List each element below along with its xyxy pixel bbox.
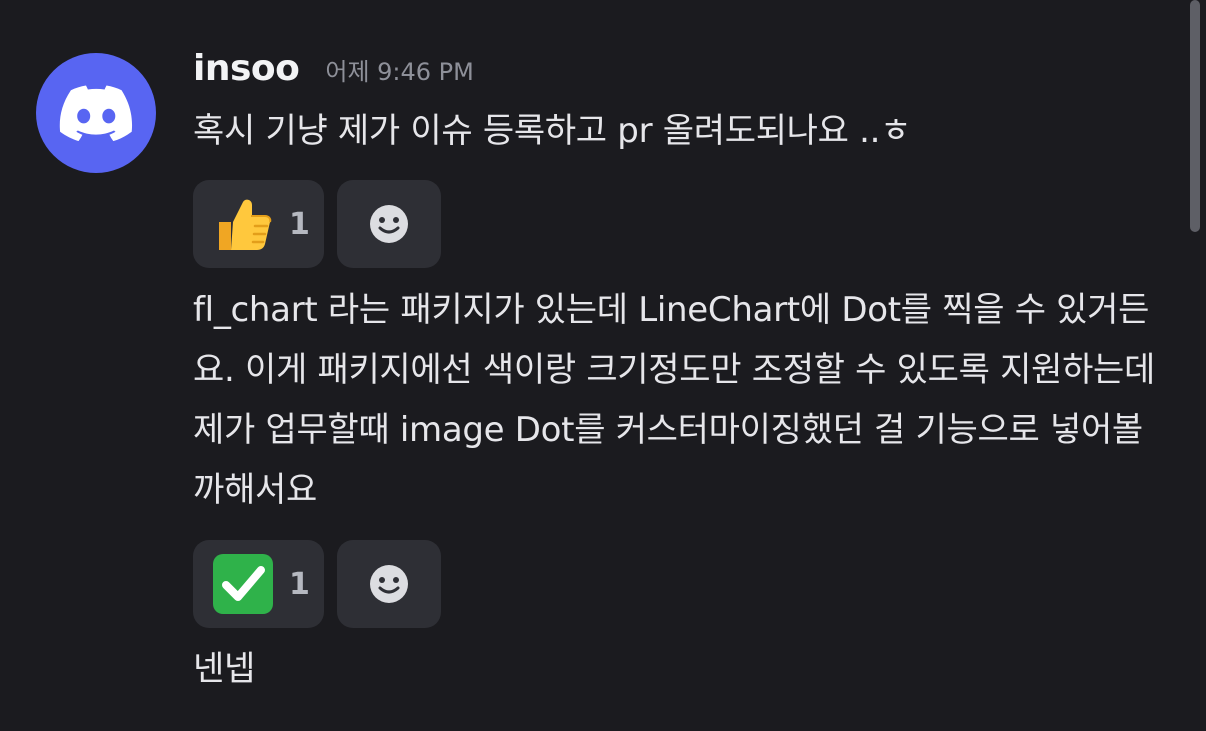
chat-screen: insoo 어제 9:46 PM 혹시 기냥 제가 이슈 등록하고 pr 올려도… [0,0,1206,731]
reaction-thumbs-up[interactable]: 1 [193,180,324,268]
message-text: fl_chart 라는 패키지가 있는데 LineChart에 Dot를 찍을 … [193,290,1156,510]
scrollbar[interactable] [1190,0,1200,232]
message-text: 넨넵 [193,649,255,689]
add-reaction-button[interactable] [337,180,441,268]
message-header: insoo 어제 9:46 PM [193,48,1168,102]
thumbs-up-icon [219,199,272,250]
message-group: insoo 어제 9:46 PM 혹시 기냥 제가 이슈 등록하고 pr 올려도… [193,48,1168,698]
reaction-count: 1 [289,566,310,602]
reaction-check-mark[interactable]: 1 [193,540,324,628]
add-reaction-icon [370,565,408,603]
add-reaction-icon [370,205,408,243]
timestamp: 어제 9:46 PM [325,58,474,86]
reaction-count: 1 [289,206,310,242]
author-name[interactable]: insoo [193,48,300,89]
check-mark-icon [213,554,273,614]
reaction-bar: 1 [193,540,1168,628]
add-reaction-button[interactable] [337,540,441,628]
avatar[interactable] [36,53,156,173]
message-text: 혹시 기냥 제가 이슈 등록하고 pr 올려도되나요 ..ㅎ [193,111,912,151]
reaction-bar: 1 [193,180,1168,268]
discord-logo-icon [59,85,133,141]
